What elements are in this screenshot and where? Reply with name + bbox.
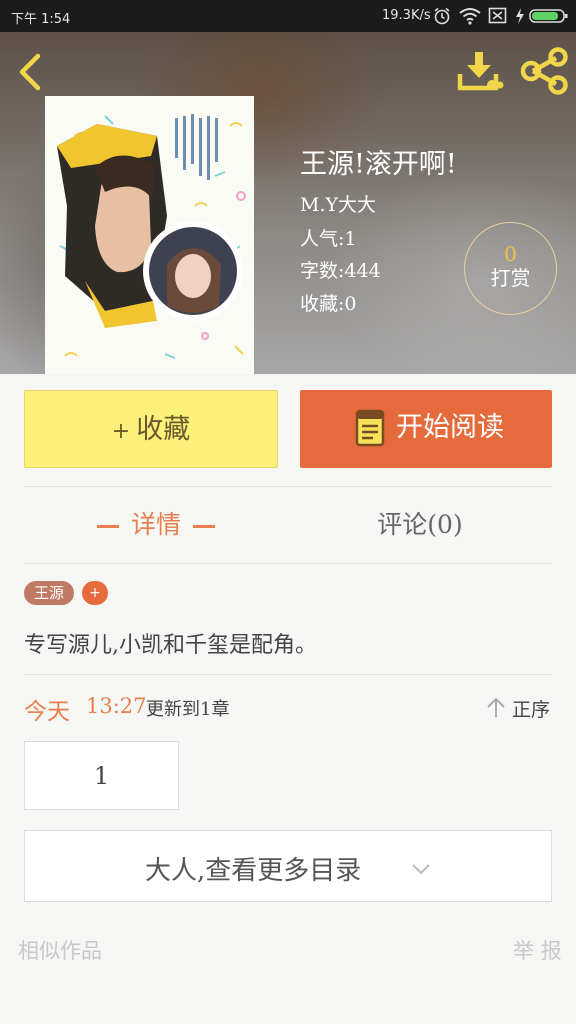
share-icon [520,47,568,95]
divider [24,486,552,487]
book-cover-image[interactable] [45,96,254,374]
add-tag-button[interactable]: + [82,581,108,605]
back-button[interactable] [14,50,48,94]
book-icon [355,409,385,447]
plus-icon: + [111,419,131,444]
status-bar: 下午 1:54 19.3K/s [0,0,576,32]
favorite-button-label: 收藏 [136,414,191,445]
status-time: 下午 1:54 [11,12,71,27]
update-status: 更新到1章 [146,699,230,720]
add-favorite-button[interactable]: + 收藏 [24,390,278,468]
tab-details[interactable]: 详情 [24,488,288,562]
reward-label: 打赏 [490,266,531,290]
tab-indicator-right [193,525,215,528]
status-net-speed: 19.3K/s [382,8,431,23]
battery-icon [529,9,568,23]
update-time: 13:27 [86,694,147,718]
more-catalog-button[interactable]: 大人,查看更多目录 [24,830,552,902]
book-word-count: 字数:444 [300,260,381,282]
back-arrow-icon [19,53,41,91]
chapter-item[interactable]: 1 [24,741,179,810]
more-catalog-label: 大人,查看更多目录 [145,856,362,886]
tab-comments[interactable]: 评论(0) [288,488,552,562]
book-popularity: 人气:1 [300,228,357,250]
download-button[interactable] [456,48,504,94]
share-button[interactable] [520,47,570,95]
reward-count: 0 [504,242,517,266]
divider [24,563,552,564]
tab-comments-label: 评论(0) [377,510,463,539]
cover-illustration [45,96,254,374]
book-header: 王源!滚开啊! M.Y大大 人气:1 字数:444 收藏:0 0 打赏 [0,32,576,374]
book-author[interactable]: M.Y大大 [300,190,376,217]
download-icon [457,52,504,91]
chevron-down-icon [412,864,430,875]
book-favorites: 收藏:0 [300,293,357,315]
book-intro: 专写源儿,小凯和千玺是配角。 [24,633,317,658]
sim-icon [488,7,507,24]
alarm-icon [434,7,450,25]
reward-button[interactable]: 0 打赏 [464,222,557,315]
tab-details-label: 详情 [130,510,181,539]
wifi-icon [459,8,481,25]
start-reading-button[interactable]: 开始阅读 [300,390,552,468]
start-reading-label: 开始阅读 [396,412,504,443]
update-day: 今天 [24,699,70,725]
tag-chip[interactable]: 王源 [24,581,74,605]
charging-icon [516,8,524,24]
divider [24,674,552,675]
tab-indicator-left [96,525,119,528]
similar-works-heading: 相似作品 [18,939,102,963]
book-title: 王源!滚开啊! [300,149,457,180]
report-button[interactable]: 举 报 [513,935,562,965]
sort-order-label: 正序 [512,699,551,721]
sort-order-button[interactable]: 正序 [486,693,556,723]
sort-arrow-icon [487,697,505,717]
